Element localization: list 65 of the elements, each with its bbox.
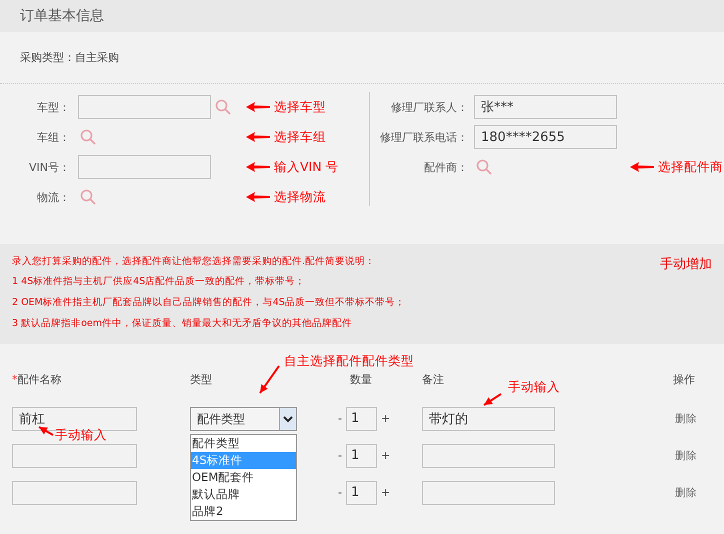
quantity-field[interactable]: 1 — [346, 406, 377, 430]
input-field[interactable] — [78, 95, 211, 119]
annotation-arrow — [630, 162, 654, 172]
remark-field[interactable] — [422, 444, 555, 468]
section-title: 订单基本信息 — [20, 7, 104, 25]
delete-link[interactable]: 删除 — [675, 448, 697, 462]
column-header: 类型 — [190, 372, 212, 386]
minus-button[interactable]: - — [338, 449, 342, 462]
dropdown-option[interactable]: OEM配套件 — [191, 468, 296, 486]
search-icon[interactable] — [476, 159, 492, 175]
delete-link[interactable]: 删除 — [675, 486, 697, 500]
annotation-text: 输入VIN 号 — [274, 158, 339, 176]
notice-item: 1 4S标准件指与主机厂供应4S店配件品质一致的配件，带标带号； — [12, 275, 306, 289]
annotation-arrow — [259, 365, 280, 394]
column-header: 备注 — [422, 372, 444, 386]
annotation-text: 手动输入 — [508, 379, 560, 396]
annotation-text: 选择车型 — [274, 98, 326, 116]
field-label: 物流： — [36, 190, 70, 204]
search-icon[interactable] — [215, 99, 231, 115]
minus-button[interactable]: - — [338, 412, 342, 425]
column-header: 数量 — [350, 372, 372, 386]
remark-field[interactable] — [422, 480, 555, 504]
input-field[interactable]: 180****2655 — [474, 125, 617, 149]
dropdown-option[interactable]: 配件类型 — [191, 434, 296, 452]
annotation-arrow — [38, 426, 54, 436]
notice-item: 2 OEM标准件指主机厂配套品牌以自己品牌销售的配件，与4S品质一致但不带标不带号； — [12, 296, 405, 310]
purchase-type-text: 采购类型：自主采购 — [20, 50, 119, 65]
column-header: *配件名称 — [12, 372, 62, 386]
plus-button[interactable]: + — [380, 449, 390, 462]
annotation-arrow — [246, 162, 270, 172]
dropdown-option[interactable]: 默认品牌 — [191, 486, 296, 502]
field-label: VIN号： — [28, 160, 70, 174]
delete-link[interactable]: 删除 — [675, 412, 697, 426]
annotation-arrow — [246, 132, 270, 142]
annotation-arrow — [246, 102, 270, 112]
plus-button[interactable]: + — [380, 486, 390, 499]
annotation-text: 选择配件商 — [658, 158, 723, 176]
quantity-field[interactable]: 1 — [346, 480, 377, 504]
remark-field[interactable]: 带灯的 — [422, 406, 555, 430]
plus-button[interactable]: + — [380, 412, 390, 425]
caret-icon — [283, 414, 293, 422]
field-label: 修理厂联系人： — [390, 100, 468, 114]
field-label: 车型： — [36, 100, 70, 114]
type-select[interactable]: 配件类型 — [190, 406, 297, 430]
column-header: 操作 — [673, 372, 695, 386]
field-label: 配件商： — [423, 160, 468, 174]
minus-button[interactable]: - — [338, 486, 342, 499]
part-name-field[interactable] — [12, 444, 137, 468]
part-name-field[interactable] — [12, 480, 137, 504]
notice-text: 录入您打算采购的配件，选择配件商让他帮您选择需要采购的配件.配件简要说明： — [12, 255, 376, 269]
notice-item: 3 默认品牌指非oem件中，保证质量、销量最大和无矛盾争议的其他品牌配件 — [12, 317, 353, 331]
field-label: 车组： — [36, 130, 70, 144]
search-icon[interactable] — [80, 189, 96, 205]
annotation-text: 选择物流 — [274, 188, 326, 206]
field-label: 修理厂联系电话： — [379, 130, 468, 144]
search-icon[interactable] — [80, 129, 96, 145]
input-field[interactable] — [78, 155, 211, 179]
dropdown-option[interactable]: 品牌2 — [191, 502, 296, 520]
annotation-arrow — [483, 393, 502, 406]
annotation-text: 选择车组 — [274, 128, 326, 146]
annotation-arrow — [246, 192, 270, 202]
input-field[interactable]: 张*** — [474, 95, 617, 119]
quantity-field[interactable]: 1 — [346, 444, 377, 468]
add-manually-link[interactable]: 手动增加 — [660, 255, 712, 344]
annotation-text: 自主选择配件配件类型 — [284, 353, 414, 370]
